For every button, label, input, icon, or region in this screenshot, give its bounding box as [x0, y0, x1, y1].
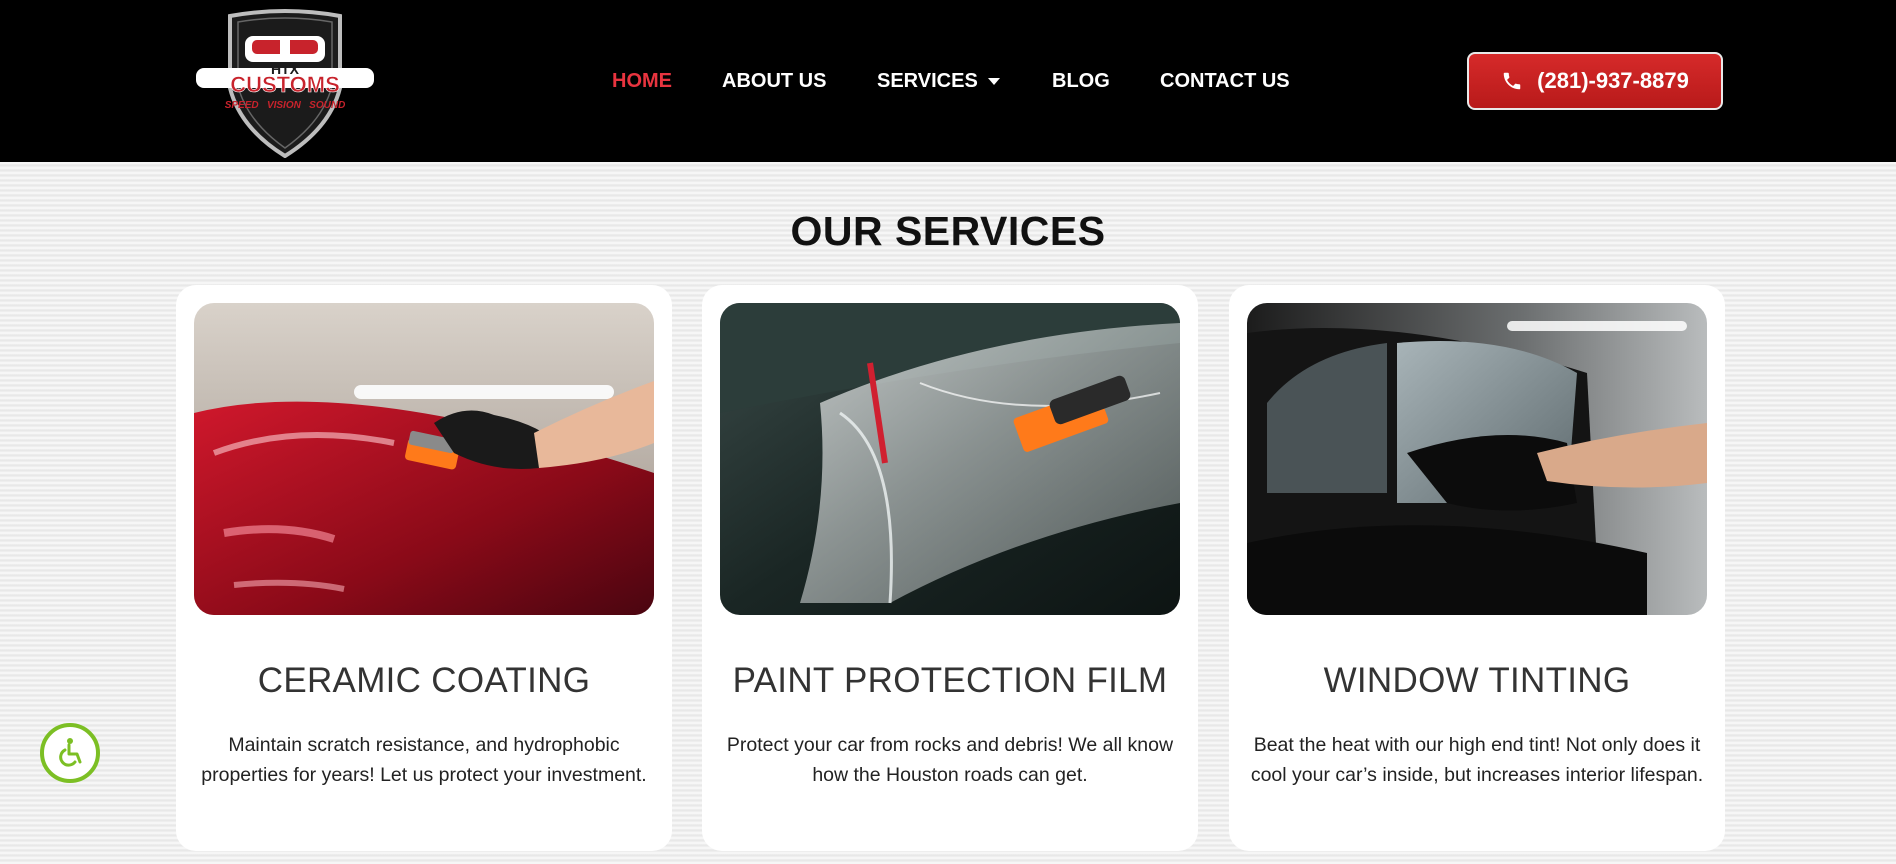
nav-services[interactable]: SERVICES [877, 66, 1000, 96]
service-card-ceramic-coating[interactable]: CERAMIC COATING Maintain scratch resista… [176, 285, 672, 851]
phone-call-button[interactable]: (281)-937-8879 [1467, 52, 1723, 110]
logo-main-text: CUSTOMS [230, 72, 340, 97]
nav-contact-us[interactable]: CONTACT US [1160, 66, 1290, 96]
phone-number: (281)-937-8879 [1537, 68, 1689, 93]
service-description-line: Protect your car from rocks and debris! … [726, 734, 1174, 756]
nav-blog[interactable]: BLOG [1052, 66, 1110, 96]
site-header: HTX CUSTOMS SPEED VISION SOUND HOME ABOU… [0, 0, 1896, 162]
logo-tagline: SPEED VISION SOUND [225, 100, 346, 111]
nav-home[interactable]: HOME [612, 66, 672, 96]
service-description: Beat the heat with our high end tint! No… [1243, 730, 1711, 790]
service-description-line: how the Houston roads can get. [812, 764, 1088, 786]
service-title: PAINT PROTECTION FILM [732, 661, 1168, 700]
service-description-line: Maintain scratch resistance, and hydroph… [228, 734, 620, 756]
service-description-line: Beat the heat with our high end tint! No… [1253, 734, 1701, 756]
service-description: Protect your car from rocks and debris! … [716, 730, 1184, 790]
phone-icon [1503, 72, 1521, 90]
nav-services-label: SERVICES [877, 70, 978, 92]
service-description: Maintain scratch resistance, and hydroph… [190, 730, 658, 790]
service-card-paint-protection-film[interactable]: PAINT PROTECTION FILM Protect your car f… [702, 285, 1198, 851]
nav-about-us[interactable]: ABOUT US [722, 66, 826, 96]
paint-protection-film-image [720, 303, 1180, 615]
service-title: WINDOW TINTING [1323, 661, 1631, 700]
htx-customs-logo[interactable]: HTX CUSTOMS SPEED VISION SOUND [190, 8, 380, 158]
ceramic-coating-image [194, 303, 654, 615]
service-title: CERAMIC COATING [257, 661, 591, 700]
chevron-down-icon [987, 77, 1000, 85]
service-card-window-tinting[interactable]: WINDOW TINTING Beat the heat with our hi… [1229, 285, 1725, 851]
wheelchair-icon [59, 738, 82, 767]
accessibility-button[interactable] [40, 723, 100, 783]
window-tinting-image [1247, 303, 1707, 615]
service-description-line: cool your car’s inside, but increases in… [1250, 764, 1704, 786]
section-title: OUR SERVICES [790, 208, 1106, 254]
service-description-line: properties for years! Let us protect you… [201, 764, 647, 786]
